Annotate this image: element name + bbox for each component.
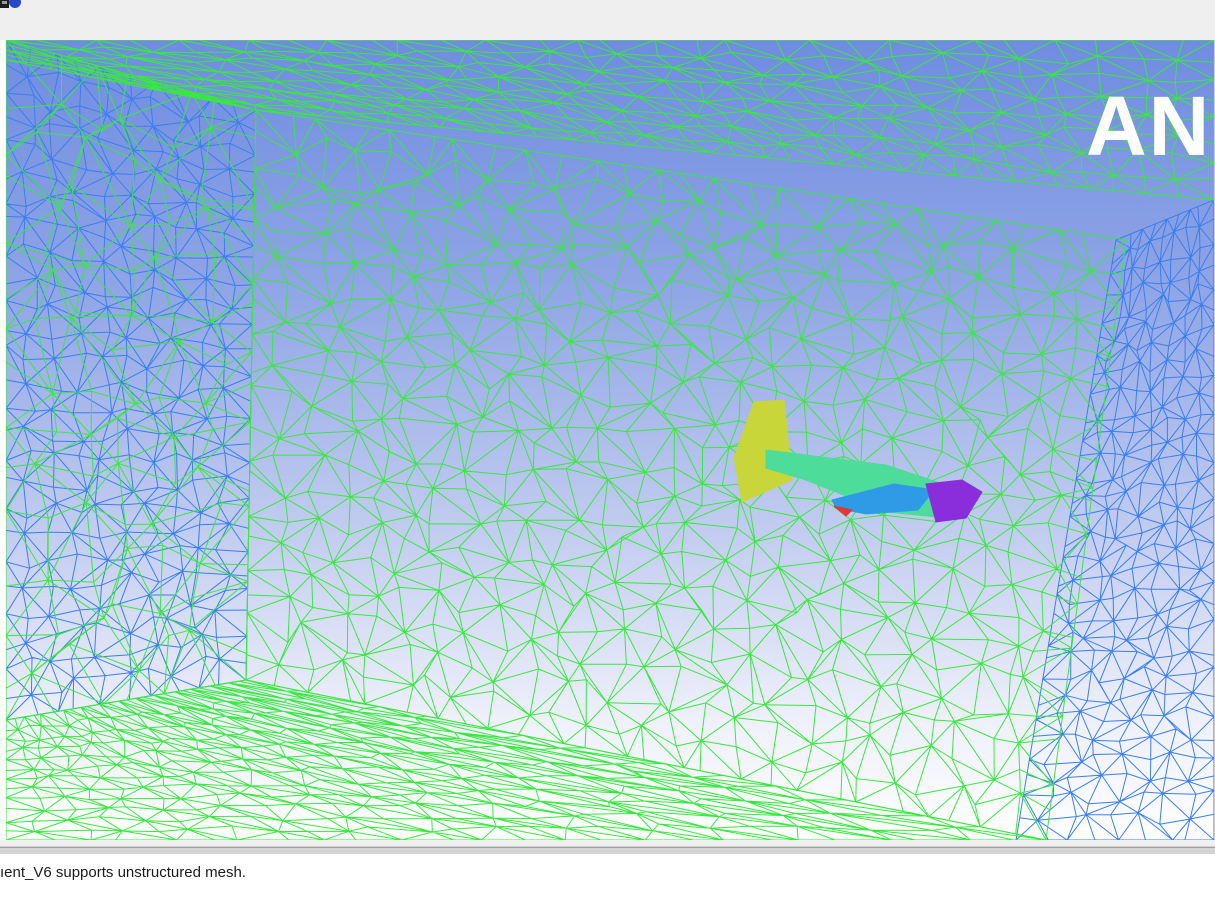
nose-cone (925, 479, 983, 523)
splitter-bar[interactable] (0, 840, 1215, 847)
floor-face-mesh (6, 679, 1047, 840)
toolbar (0, 0, 1215, 40)
ansys-logo: AN (1086, 79, 1212, 173)
mesh-display (6, 40, 1214, 840)
right-wall-mesh (1015, 199, 1214, 840)
back-face-mesh (245, 109, 1127, 840)
graphics-viewport[interactable]: AN (6, 40, 1215, 840)
tail-fin (733, 399, 793, 503)
floppy-disk-icon[interactable] (0, 0, 22, 14)
console-message: ıent_V6 supports unstructured mesh. (0, 864, 246, 881)
console-panel[interactable]: ıent_V6 supports unstructured mesh. (0, 854, 1215, 903)
